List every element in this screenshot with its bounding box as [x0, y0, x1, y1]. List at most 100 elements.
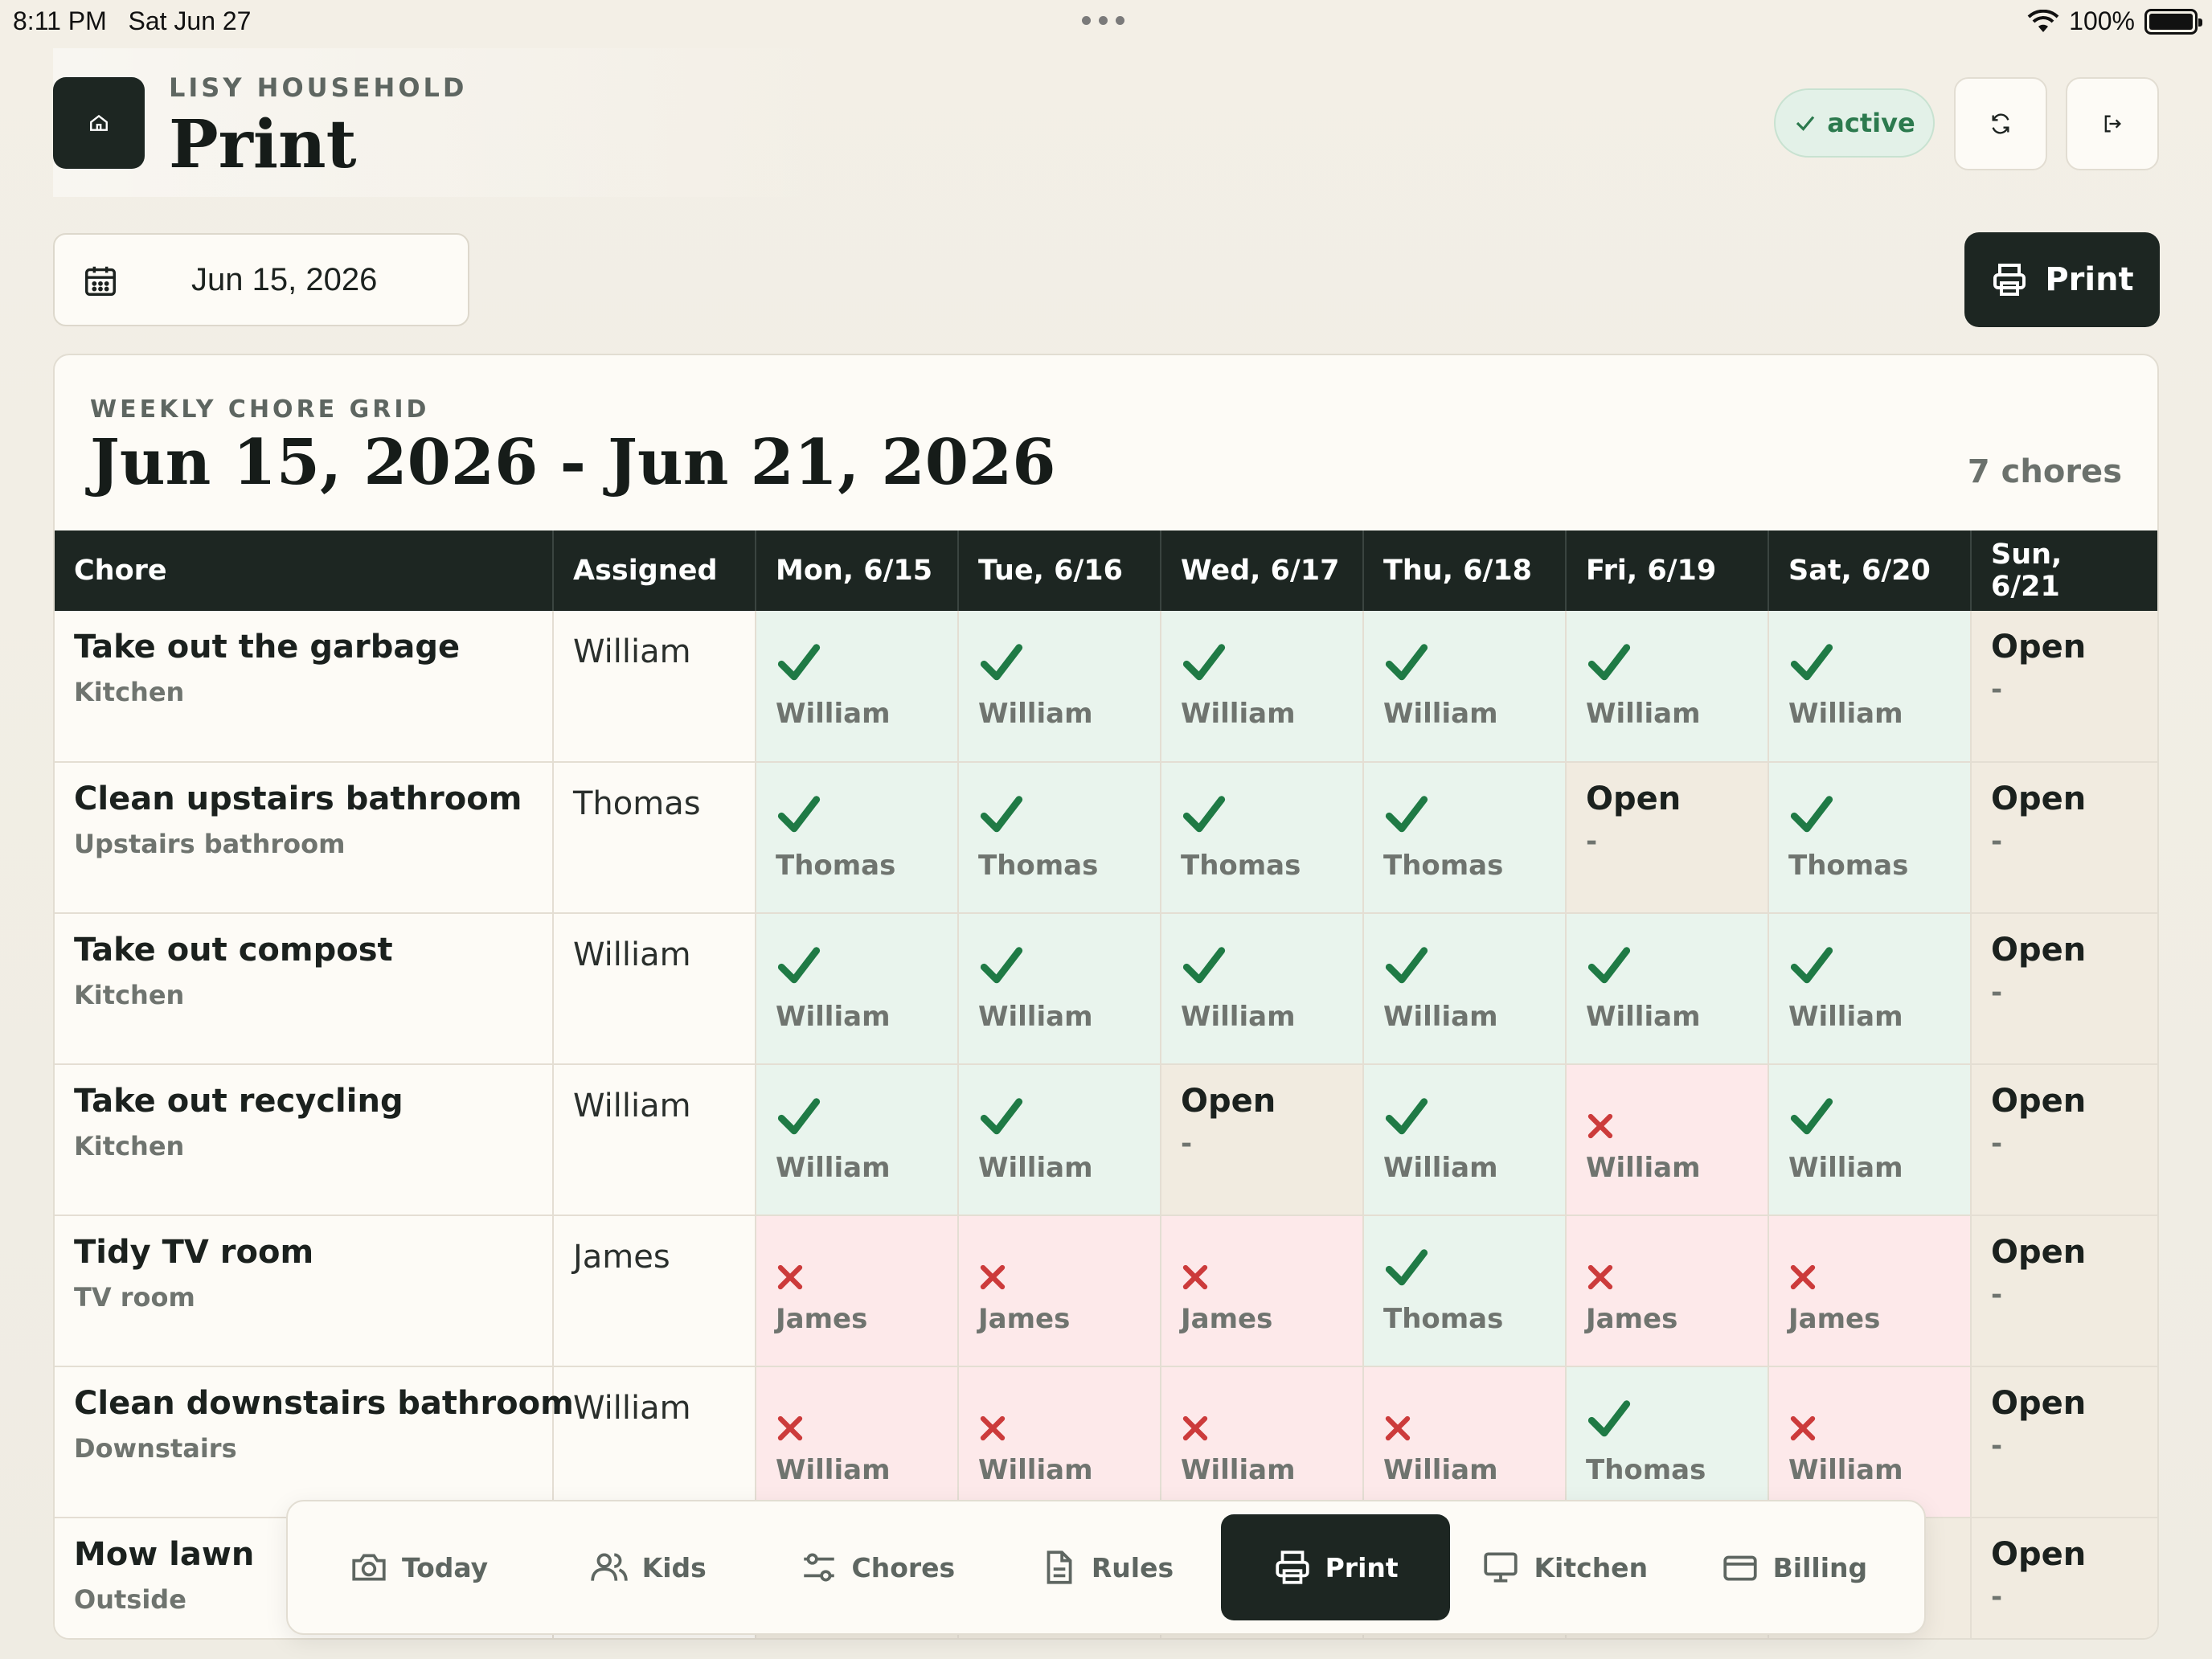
day-cell-missed[interactable]: James: [756, 1215, 959, 1367]
chore-room: Downstairs: [74, 1433, 237, 1464]
day-cell-done[interactable]: William: [1363, 611, 1567, 763]
completed-by: William: [776, 1454, 891, 1486]
open-label: Open: [1991, 1234, 2087, 1271]
check-icon: [1182, 644, 1226, 681]
week-date-picker[interactable]: Jun 15, 2026: [53, 233, 469, 326]
day-cell-open[interactable]: Open -: [1971, 913, 2157, 1065]
day-cell-open[interactable]: Open -: [1971, 1366, 2157, 1518]
chore-cell[interactable]: Take out recycling Kitchen: [55, 1064, 554, 1216]
open-label: Open: [1991, 1385, 2087, 1422]
column-header: Sat, 6/20: [1768, 530, 1972, 611]
assigned-cell: William: [553, 1064, 756, 1216]
day-cell-done[interactable]: William: [1363, 1064, 1567, 1216]
day-cell-done[interactable]: William: [958, 611, 1161, 763]
completed-by: William: [1586, 698, 1701, 730]
check-icon: [1385, 947, 1428, 984]
day-cell-open[interactable]: Open -: [1971, 762, 2157, 914]
day-cell-missed[interactable]: James: [1161, 1215, 1364, 1367]
day-cell-missed[interactable]: James: [1566, 1215, 1769, 1367]
completed-by: William: [776, 1152, 891, 1184]
day-cell-done[interactable]: William: [1566, 611, 1769, 763]
open-label: Open: [1181, 1083, 1276, 1120]
day-cell-open[interactable]: Open -: [1566, 762, 1769, 914]
multitask-dots[interactable]: [1082, 16, 1124, 25]
chore-name: Take out compost: [74, 932, 393, 969]
day-cell-done[interactable]: William: [1363, 913, 1567, 1065]
completed-by: William: [1788, 698, 1903, 730]
day-cell-done[interactable]: William: [756, 1064, 959, 1216]
print-button[interactable]: Print: [1964, 232, 2160, 327]
day-cell-done[interactable]: William: [958, 913, 1161, 1065]
day-cell-done[interactable]: William: [756, 611, 959, 763]
open-label: Open: [1991, 629, 2087, 666]
day-cell-done[interactable]: Thomas: [1161, 762, 1364, 914]
assigned-cell: James: [553, 1215, 756, 1367]
nav-item-billing[interactable]: Billing: [1679, 1514, 1908, 1620]
chore-room: Kitchen: [74, 980, 185, 1010]
logout-button[interactable]: [2066, 77, 2159, 170]
chore-cell[interactable]: Tidy TV room TV room: [55, 1215, 554, 1367]
chore-room: Upstairs bathroom: [74, 829, 346, 859]
completed-by: Thomas: [1788, 850, 1909, 882]
day-cell-done[interactable]: Thomas: [756, 762, 959, 914]
chore-cell[interactable]: Take out compost Kitchen: [55, 913, 554, 1065]
nav-item-kids[interactable]: Kids: [533, 1514, 762, 1620]
day-cell-missed[interactable]: William: [1363, 1366, 1567, 1518]
refresh-button[interactable]: [1954, 77, 2047, 170]
day-cell-open[interactable]: Open -: [1161, 1064, 1364, 1216]
day-cell-open[interactable]: Open -: [1971, 611, 2157, 763]
chore-cell[interactable]: Clean downstairs bathroom Downstairs: [55, 1366, 574, 1518]
day-cell-missed[interactable]: James: [958, 1215, 1161, 1367]
day-cell-done[interactable]: Thomas: [1768, 762, 1972, 914]
day-cell-open[interactable]: Open -: [1971, 1518, 2157, 1638]
open-label: Open: [1991, 932, 2087, 969]
day-cell-done[interactable]: William: [1161, 611, 1364, 763]
day-cell-done[interactable]: William: [1566, 913, 1769, 1065]
day-cell-open[interactable]: Open -: [1971, 1064, 2157, 1216]
nav-item-rules[interactable]: Rules: [991, 1514, 1220, 1620]
day-cell-done[interactable]: Thomas: [958, 762, 1161, 914]
battery-percent: 100%: [2069, 6, 2135, 35]
column-header: Wed, 6/17: [1161, 530, 1364, 611]
open-dash: -: [1991, 825, 2003, 858]
chore-cell[interactable]: Take out the garbage Kitchen: [55, 611, 554, 763]
day-cell-done[interactable]: William: [1768, 913, 1972, 1065]
cross-icon: [980, 1264, 1006, 1290]
day-cell-missed[interactable]: William: [756, 1366, 959, 1518]
day-cell-missed[interactable]: William: [1161, 1366, 1364, 1518]
day-cell-missed[interactable]: William: [1566, 1064, 1769, 1216]
cross-icon: [1790, 1264, 1816, 1290]
day-cell-done[interactable]: William: [958, 1064, 1161, 1216]
day-cell-done[interactable]: Thomas: [1566, 1366, 1769, 1518]
day-cell-done[interactable]: William: [1768, 611, 1972, 763]
weekly-chore-grid-card: WEEKLY CHORE GRID Jun 15, 2026 - Jun 21,…: [53, 354, 2159, 1640]
day-cell-done[interactable]: William: [1161, 913, 1364, 1065]
day-cell-done[interactable]: William: [756, 913, 959, 1065]
table-row: Tidy TV room TV room James James James James T…: [55, 1215, 2157, 1367]
day-cell-open[interactable]: Open -: [1971, 1215, 2157, 1367]
nav-item-kitchen[interactable]: Kitchen: [1450, 1514, 1679, 1620]
battery-icon: [2144, 8, 2202, 35]
logout-icon: [2104, 115, 2121, 133]
check-icon: [1790, 1098, 1833, 1135]
day-cell-missed[interactable]: William: [958, 1366, 1161, 1518]
assigned-cell: William: [553, 1366, 756, 1518]
day-cell-done[interactable]: Thomas: [1363, 1215, 1567, 1367]
sliders-icon: [803, 1553, 834, 1582]
completed-by: William: [1788, 1152, 1903, 1184]
completed-by: William: [1788, 1454, 1903, 1486]
nav-item-today[interactable]: Today: [304, 1514, 533, 1620]
nav-item-print[interactable]: Print: [1220, 1514, 1450, 1620]
chore-cell[interactable]: Clean upstairs bathroom Upstairs bathroom: [55, 762, 554, 914]
day-cell-missed[interactable]: James: [1768, 1215, 1972, 1367]
open-dash: -: [1991, 977, 2003, 1009]
day-cell-done[interactable]: Thomas: [1363, 762, 1567, 914]
home-button[interactable]: [53, 77, 145, 169]
chore-name: Take out recycling: [74, 1083, 403, 1120]
completed-by: James: [978, 1303, 1071, 1335]
camera-icon: [352, 1554, 386, 1581]
day-cell-done[interactable]: William: [1768, 1064, 1972, 1216]
nav-item-chores[interactable]: Chores: [762, 1514, 991, 1620]
day-cell-missed[interactable]: William: [1768, 1366, 1972, 1518]
completed-by: William: [1181, 1001, 1296, 1033]
